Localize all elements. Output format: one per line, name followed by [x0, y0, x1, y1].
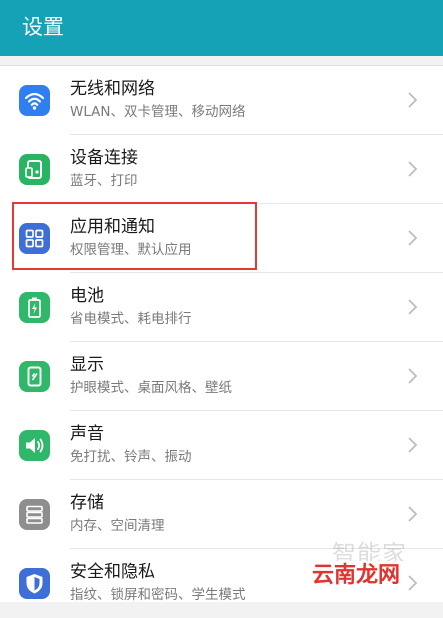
chevron-right-icon — [408, 299, 418, 315]
device-connection-icon — [19, 154, 50, 185]
chevron-right-icon — [408, 506, 418, 522]
settings-item-subtitle: 省电模式、耗电排行 — [70, 311, 192, 327]
shield-icon — [19, 568, 50, 599]
settings-item-title: 无线和网络 — [70, 79, 155, 99]
watermark-brand: 云南龙网 — [304, 561, 409, 591]
settings-item-sound[interactable]: 声音 免打扰、铃声、振动 — [0, 411, 443, 480]
settings-item-subtitle: 免打扰、铃声、振动 — [70, 449, 192, 465]
chevron-right-icon — [408, 230, 418, 246]
settings-item-title: 显示 — [70, 355, 104, 375]
app-bar: 设置 — [0, 0, 443, 56]
chevron-right-icon — [408, 92, 418, 108]
display-icon — [19, 361, 50, 392]
settings-item-battery[interactable]: 电池 省电模式、耗电排行 — [0, 273, 443, 342]
settings-item-title: 设备连接 — [70, 148, 138, 168]
settings-item-subtitle: 护眼模式、桌面风格、壁纸 — [70, 380, 232, 396]
settings-item-subtitle: 蓝牙、打印 — [70, 173, 138, 189]
settings-item-device-connection[interactable]: 设备连接 蓝牙、打印 — [0, 135, 443, 204]
wifi-icon — [19, 85, 50, 116]
settings-item-title: 声音 — [70, 424, 104, 444]
sound-icon — [19, 430, 50, 461]
settings-item-wireless-network[interactable]: 无线和网络 WLAN、双卡管理、移动网络 — [0, 66, 443, 135]
chevron-right-icon — [408, 437, 418, 453]
settings-item-title: 存储 — [70, 493, 104, 513]
settings-item-title: 安全和隐私 — [70, 562, 155, 582]
battery-icon — [19, 292, 50, 323]
chevron-right-icon — [408, 368, 418, 384]
storage-icon — [19, 499, 50, 530]
chevron-right-icon — [408, 161, 418, 177]
settings-item-subtitle: 指纹、锁屏和密码、学生模式 — [70, 587, 246, 603]
settings-item-title: 电池 — [70, 286, 104, 306]
highlight-box — [12, 202, 257, 270]
settings-item-display[interactable]: 显示 护眼模式、桌面风格、壁纸 — [0, 342, 443, 411]
settings-item-subtitle: WLAN、双卡管理、移动网络 — [70, 104, 246, 120]
settings-list: 无线和网络 WLAN、双卡管理、移动网络 设备连接 蓝牙、打印 应用和通知 权限… — [0, 65, 443, 603]
settings-item-subtitle: 内存、空间清理 — [70, 518, 165, 534]
page-title: 设置 — [22, 15, 64, 39]
